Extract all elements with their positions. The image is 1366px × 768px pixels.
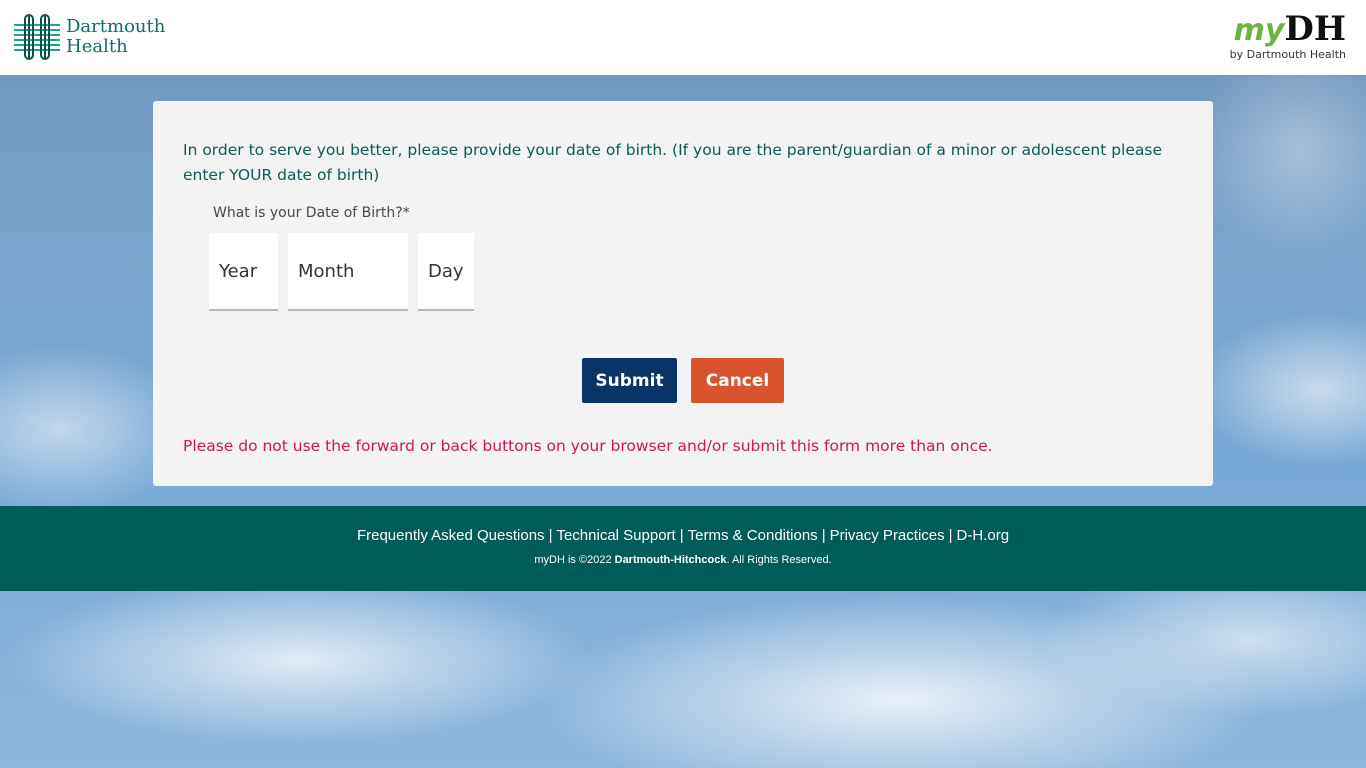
privacy-practices-link[interactable]: Privacy Practices [830,527,945,544]
footer-separator: | [821,527,826,544]
mydh-wordmark: myDH [1230,9,1346,49]
site-header: Dartmouth Health myDH by Dartmouth Healt… [0,0,1366,75]
day-placeholder: Day [428,261,464,282]
day-select[interactable]: Day [418,233,474,311]
footer-separator: | [548,527,553,544]
terms-conditions-link[interactable]: Terms & Conditions [688,527,818,544]
logo-wordmark: Dartmouth Health [66,17,165,57]
copyright-prefix: myDH is ©2022 [534,554,612,566]
technical-support-link[interactable]: Technical Support [556,527,675,544]
year-placeholder: Year [219,261,258,282]
mydh-tagline: by Dartmouth Health [1229,48,1346,61]
mydh-dh-text: DH [1284,9,1346,49]
submit-button[interactable]: Submit [582,358,677,403]
month-select[interactable]: Month [288,233,408,311]
month-placeholder: Month [298,261,355,282]
dh-org-link[interactable]: D-H.org [957,527,1010,544]
warning-text: Please do not use the forward or back bu… [183,437,993,455]
dob-form-card: In order to serve you better, please pro… [153,101,1213,486]
copyright-suffix: . All Rights Reserved. [726,554,832,566]
dob-label: What is your Date of Birth?* [213,205,410,221]
faq-link[interactable]: Frequently Asked Questions [357,527,545,544]
intro-text: In order to serve you better, please pro… [183,141,1162,184]
copyright-text: myDH is ©2022 Dartmouth-Hitchcock. All R… [0,554,1366,566]
logo-line-1: Dartmouth [66,16,166,37]
cancel-button[interactable]: Cancel [691,358,784,403]
footer-separator: | [948,527,953,544]
year-select[interactable]: Year [209,233,278,311]
copyright-org: Dartmouth-Hitchcock [614,554,727,566]
mydh-logo[interactable]: myDH by Dartmouth Health [1230,12,1346,61]
dartmouth-lattice-icon [14,14,60,60]
mydh-my-text: my [1233,13,1285,48]
dartmouth-health-logo[interactable]: Dartmouth Health [14,13,165,61]
logo-line-2: Health [66,36,128,57]
footer-separator: | [679,527,684,544]
footer-links: Frequently Asked Questions | Technical Sup… [0,527,1366,544]
site-footer: Frequently Asked Questions | Technical Sup… [0,506,1366,591]
